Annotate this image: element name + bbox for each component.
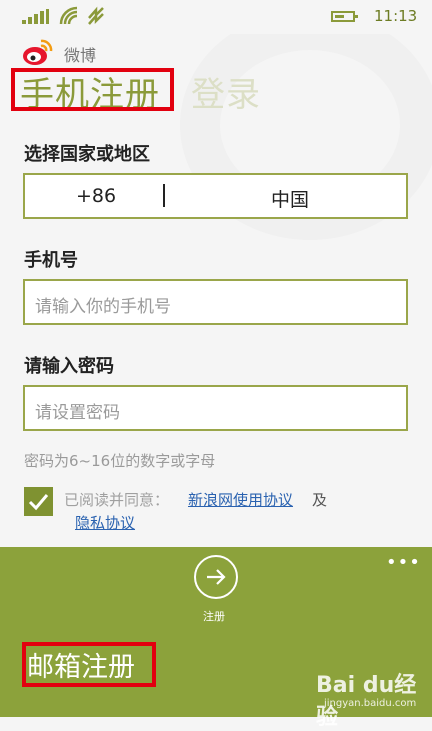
data-connection-icon <box>88 6 104 25</box>
agreement-prefix: 已阅读并同意： <box>64 491 170 509</box>
weibo-logo-icon <box>23 39 53 65</box>
agreement-checkbox[interactable] <box>24 487 53 516</box>
check-icon <box>28 494 49 511</box>
privacy-link[interactable]: 隐私协议 <box>75 512 135 533</box>
password-label: 请输入密码 <box>24 356 114 377</box>
highlight-box-email-register <box>22 642 156 687</box>
arrow-right-icon <box>207 569 226 585</box>
signal-icon <box>22 9 49 24</box>
phone-label: 手机号 <box>24 250 78 271</box>
terms-link[interactable]: 新浪网使用协议 <box>188 489 293 510</box>
password-hint: 密码为6~16位的数字或字母 <box>24 452 216 470</box>
highlight-box-phone-register <box>11 68 174 111</box>
password-input[interactable]: 请设置密码 <box>23 385 408 431</box>
wifi-icon <box>59 6 78 25</box>
watermark-url: jingyan.baidu.com <box>324 698 417 709</box>
region-label: 选择国家或地区 <box>24 144 150 165</box>
battery-icon <box>331 11 358 22</box>
country-name: 中国 <box>271 189 310 211</box>
phone-input[interactable]: 请输入你的手机号 <box>23 279 408 325</box>
more-options-icon[interactable]: ••• <box>386 554 421 572</box>
country-code: +86 <box>76 185 117 207</box>
tab-login[interactable]: 登录 <box>191 67 261 116</box>
agreement-and: 及 <box>312 491 328 509</box>
phone-placeholder: 请输入你的手机号 <box>35 297 171 317</box>
region-selector[interactable]: +86 中国 <box>23 173 408 219</box>
password-placeholder: 请设置密码 <box>35 403 120 423</box>
register-button-label: 注册 <box>203 610 225 623</box>
status-bar: 11:13 <box>0 0 432 34</box>
register-button[interactable] <box>194 555 238 599</box>
status-time: 11:13 <box>374 7 418 25</box>
divider <box>163 184 165 207</box>
app-name: 微博 <box>64 46 97 65</box>
